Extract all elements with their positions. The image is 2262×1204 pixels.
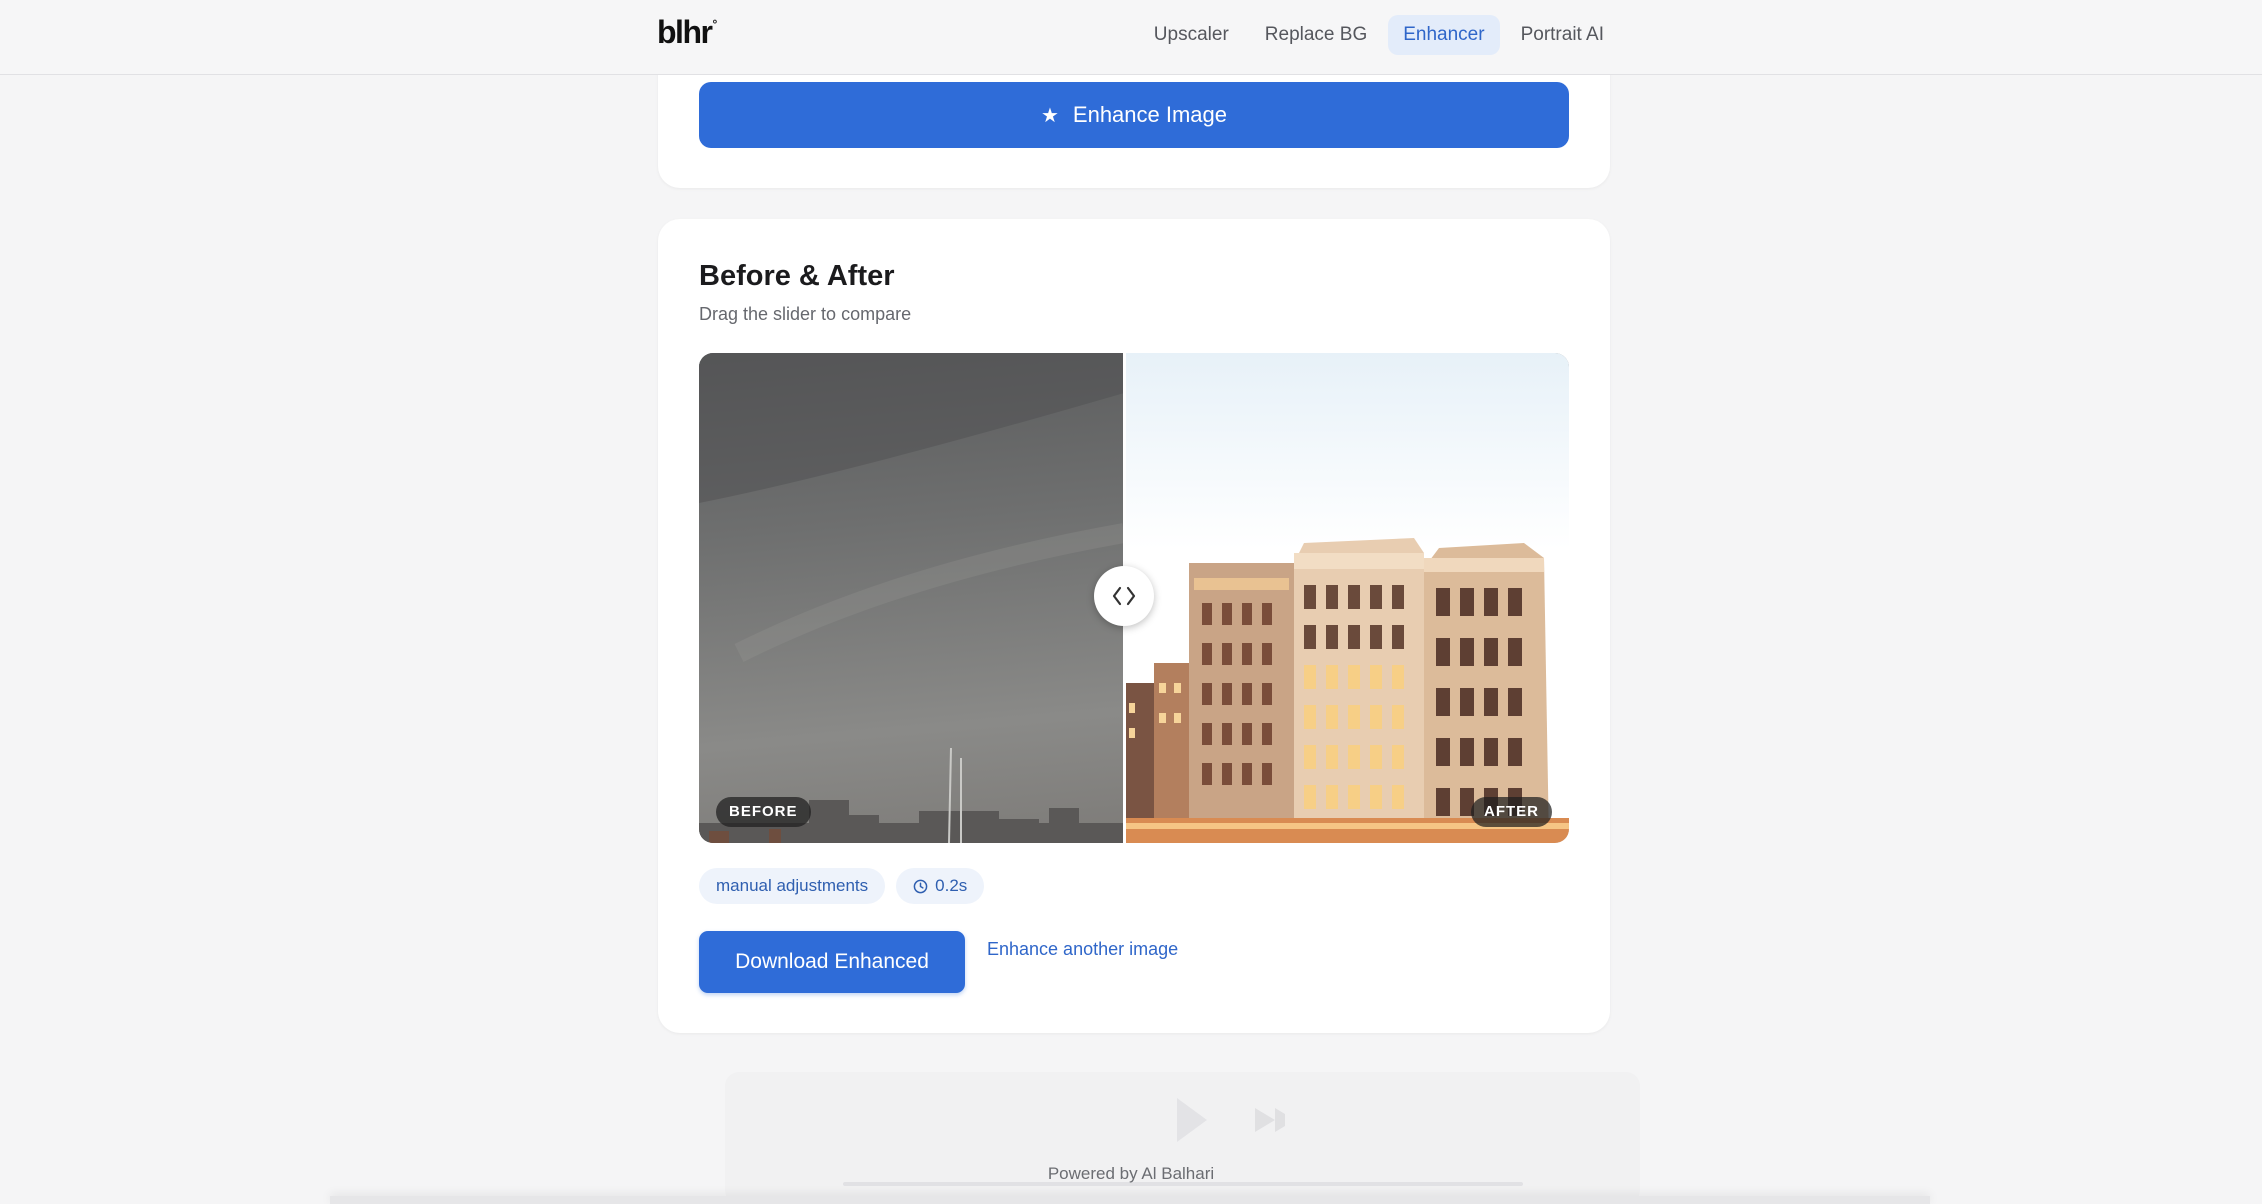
result-card: Before & After Drag the slider to compar… [658, 219, 1610, 1033]
before-image [699, 353, 1126, 843]
slider-handle[interactable] [1094, 566, 1154, 626]
footer-text: Powered by Al Balhari [1047, 1164, 1215, 1183]
result-chips: manual adjustments 0.2s [699, 868, 985, 904]
star-icon: ★ [1040, 104, 1059, 127]
page-bottom-edge [330, 1196, 1930, 1204]
enhance-another-link[interactable]: Enhance another image [987, 939, 1178, 960]
play-icon [1177, 1098, 1285, 1142]
enhance-image-button[interactable]: ★ Enhance Image [699, 82, 1569, 148]
nav-enhancer[interactable]: Enhancer [1388, 15, 1500, 55]
section-title: Before & After [699, 260, 895, 292]
nav-replace-bg[interactable]: Replace BG [1250, 15, 1382, 55]
chevrons-left-right-icon [1112, 586, 1136, 606]
before-badge: BEFORE [716, 797, 811, 827]
time-chip: 0.2s [896, 868, 985, 904]
faded-media-controls [725, 1072, 1640, 1204]
nav-upscaler[interactable]: Upscaler [1139, 15, 1244, 55]
top-nav: blhr° Upscaler Replace BG Enhancer Portr… [0, 0, 2262, 75]
before-after-slider[interactable]: BEFORE AFTER [699, 353, 1569, 843]
after-cityscape [1124, 538, 1569, 843]
nav-portrait-ai[interactable]: Portrait AI [1506, 15, 1619, 55]
download-enhanced-button[interactable]: Download Enhanced [699, 931, 965, 993]
clock-icon [913, 879, 928, 893]
after-badge: AFTER [1471, 797, 1552, 827]
logo[interactable]: blhr° [657, 14, 717, 51]
section-subtitle: Drag the slider to compare [699, 304, 912, 324]
before-cityscape [699, 353, 1126, 843]
after-image [1124, 353, 1569, 843]
adjustments-chip-label: manual adjustments [716, 876, 869, 895]
main-nav: Upscaler Replace BG Enhancer Portrait AI [1139, 15, 1619, 55]
enhance-image-label: Enhance Image [1072, 102, 1228, 127]
footer: Powered by Al Balhari [0, 1164, 2262, 1184]
adjustments-chip: manual adjustments [699, 868, 886, 904]
time-chip-label: 0.2s [935, 876, 968, 895]
